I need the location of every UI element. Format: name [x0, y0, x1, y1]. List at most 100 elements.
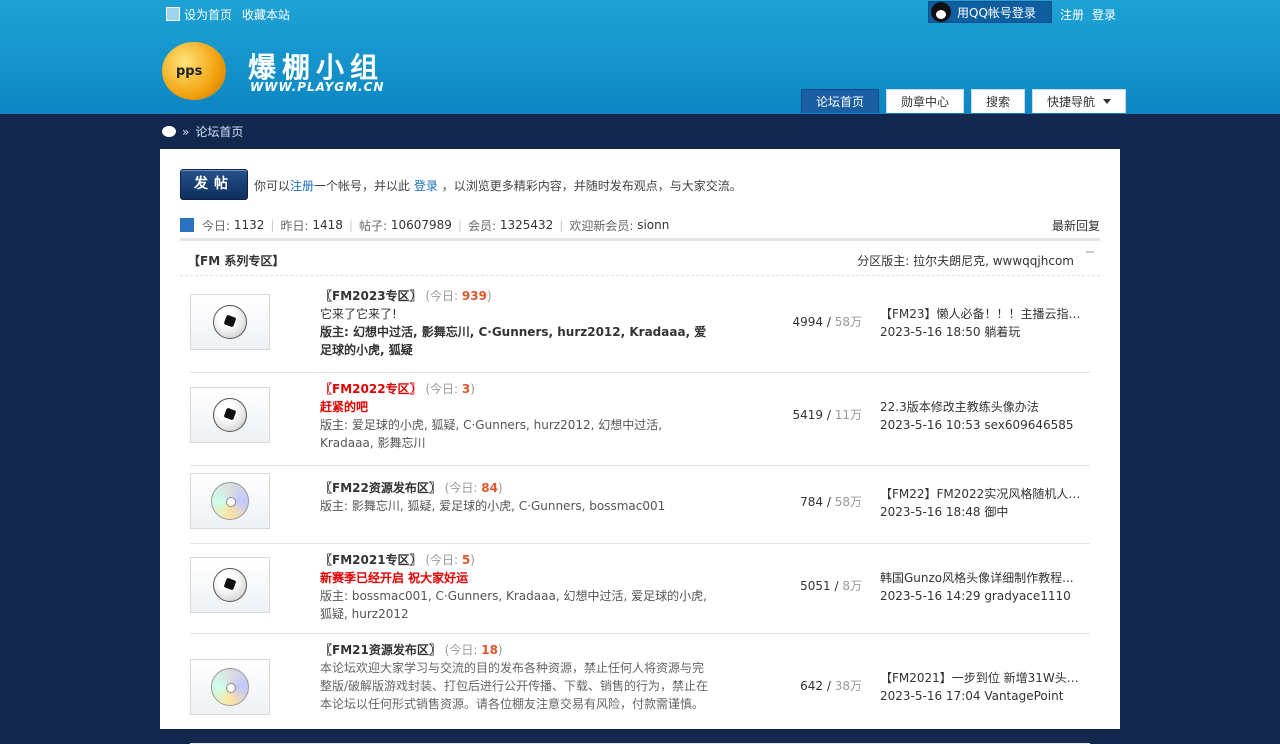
nav-tab-quicknav[interactable]: 快捷导航 [1032, 89, 1127, 113]
today-count: 939 [461, 289, 487, 303]
main-nav: 论坛首页 勋章中心 搜索 快捷导航 [801, 89, 1127, 113]
latest-reply-link[interactable]: 最新回复 [1052, 217, 1100, 234]
mods-names[interactable]: 影舞忘川, 狐疑, 爱足球的小虎, C·Gunners, bossmac001 [352, 499, 665, 513]
welcome-prefix: 你可以 [254, 179, 291, 193]
qq-login-button[interactable]: 用QQ帐号登录 [928, 1, 1052, 23]
post-count: 8万 [842, 579, 862, 593]
collapse-icon[interactable] [1086, 251, 1094, 253]
forum-title[interactable]: 〖FM2021专区〗 [320, 553, 422, 567]
breadcrumb-home[interactable]: 论坛首页 [195, 123, 243, 140]
nav-tab-label: 搜索 [986, 95, 1011, 109]
divider [180, 238, 1100, 241]
login-link[interactable]: 登录 [1092, 6, 1116, 23]
mods-label: 版主: [320, 589, 352, 603]
newest-member-link[interactable]: sionn [637, 218, 669, 232]
today-end: ) [497, 643, 503, 657]
nav-tab-label: 快捷导航 [1047, 95, 1096, 109]
last-post-title[interactable]: 【FM23】懒人必备！！！主播云指导... [880, 305, 1088, 323]
last-post-title[interactable]: 22.3版本修改主教练头像办法 [880, 398, 1088, 416]
football-icon [213, 305, 247, 339]
stat-label: 昨日: [280, 218, 309, 233]
thread-count: 4994 [792, 315, 824, 329]
forum-title[interactable]: 〖FM22资源发布区〗 [320, 481, 441, 495]
today-end: ) [486, 289, 492, 303]
forum-info: 〖FM22资源发布区〗 (今日: 84) 版主: 影舞忘川, 狐疑, 爱足球的小虎… [320, 479, 710, 515]
forum-title[interactable]: 〖FM2022专区〗 [320, 382, 422, 396]
today-label: (今日: [425, 553, 462, 567]
thread-count: 5051 [800, 579, 831, 593]
forum-counts: 642 / 38万 [800, 679, 862, 693]
forum-row: 〖FM2023专区〗 (今日: 939) 它来了它来了! 版主: 幻想中过活, 影舞… [190, 279, 1090, 373]
post-count: 58万 [834, 315, 862, 329]
forum-stats: 今日: 1132 | 昨日: 1418 | 帖子: 10607989 | 会员:… [180, 215, 1100, 235]
forum-today: (今日: 5) [425, 553, 475, 567]
forum-icon[interactable] [190, 473, 270, 529]
favorite-link[interactable]: 收藏本站 [242, 6, 290, 23]
nav-tab-home[interactable]: 论坛首页 [801, 89, 880, 113]
welcome-register-link[interactable]: 注册 [290, 179, 314, 193]
forum-title[interactable]: 〖FM21资源发布区〗 [320, 643, 441, 657]
category-header: 【FM 系列专区】 分区版主: 拉尔夫朗尼克, wwwqqjhcom [180, 245, 1100, 276]
thread-count: 642 [800, 679, 824, 693]
welcome-suffix: ，以浏览更多精彩内容，并随时发布观点，与大家交流。 [441, 179, 742, 193]
set-home-link[interactable]: 设为首页 [166, 6, 232, 23]
mods-names[interactable]: bossmac001, C·Gunners, Kradaaa, 幻想中过活, 爱… [320, 589, 707, 621]
forum-row: 〖FM2022专区〗 (今日: 3) 赶紧的吧 版主: 爱足球的小虎, 狐疑, C·… [190, 372, 1090, 466]
forum-desc: 赶紧的吧 [320, 400, 369, 414]
last-post-title[interactable]: 韩国Gunzo风格头像详细制作教程... [880, 569, 1088, 587]
post-count: 38万 [834, 679, 862, 693]
new-post-button[interactable]: 发帖 [180, 169, 248, 200]
mods-names[interactable]: 幻想中过活, 影舞忘川, C·Gunners, hurz2012, Kradaa… [320, 325, 706, 357]
mods-names[interactable]: 爱足球的小虎, 狐疑, C·Gunners, hurz2012, 幻想中过活, … [320, 418, 662, 450]
stat-label: 会员: [467, 218, 496, 233]
welcome-mid: 一个帐号，并以此 [314, 179, 411, 193]
last-post-meta[interactable]: 2023-5-16 18:48 御中 [880, 503, 1090, 521]
last-post-title[interactable]: 【FM2021】一步到位 新增31W头像... [880, 669, 1088, 687]
forum-icon[interactable] [190, 557, 270, 613]
welcome-login-link[interactable]: 登录 [414, 179, 438, 193]
nav-tab-label: 论坛首页 [816, 95, 865, 109]
nav-tab-medals[interactable]: 勋章中心 [886, 89, 965, 113]
stat-yesterday: 1418 [312, 218, 343, 232]
forum-today: (今日: 18) [445, 643, 503, 657]
last-post: 【FM22】FM2022实况风格随机人头... 2023-5-16 18:48 御… [880, 485, 1090, 521]
header: 设为首页 收藏本站 用QQ帐号登录 注册 登录 pps 爆棚小组 WWW.PLA… [0, 0, 1280, 114]
last-post: 【FM2021】一步到位 新增31W头像... 2023-5-16 17:04 V… [880, 669, 1090, 705]
today-label: (今日: [444, 643, 482, 657]
forum-icon[interactable] [190, 659, 270, 715]
last-post-meta[interactable]: 2023-5-16 17:04 VantagePoint [880, 687, 1090, 705]
welcome-text: 你可以注册一个帐号，并以此 登录 ，以浏览更多精彩内容，并随时发布观点，与大家交… [254, 177, 742, 194]
forum-icon[interactable] [190, 294, 270, 350]
stat-label: 今日: [202, 218, 231, 233]
last-post: 【FM23】懒人必备！！！主播云指导... 2023-5-16 18:50 躺着玩 [880, 305, 1090, 341]
last-post-meta[interactable]: 2023-5-16 14:29 gradyace1110 [880, 587, 1090, 605]
register-link[interactable]: 注册 [1060, 6, 1084, 23]
logo-url: WWW.PLAYGM.CN [250, 80, 385, 94]
stat-label: 帖子: [358, 218, 387, 233]
forum-today: (今日: 939) [425, 289, 491, 303]
forum-info: 〖FM2022专区〗 (今日: 3) 赶紧的吧 版主: 爱足球的小虎, 狐疑, C·… [320, 380, 710, 452]
last-post-meta[interactable]: 2023-5-16 18:50 躺着玩 [880, 323, 1090, 341]
today-label: (今日: [444, 481, 482, 495]
forum-info: 〖FM2021专区〗 (今日: 5) 新赛季已经开启 祝大家好运 版主: bossm… [320, 551, 710, 623]
last-post-meta[interactable]: 2023-5-16 10:53 sex609646585 [880, 416, 1090, 434]
category-mods-names[interactable]: 拉尔夫朗尼克, wwwqqjhcom [913, 254, 1074, 268]
forum-title[interactable]: 〖FM2023专区〗 [320, 289, 422, 303]
forum-counts: 5419 / 11万 [792, 408, 863, 422]
today-end: ) [470, 553, 475, 567]
forum-icon[interactable] [190, 387, 270, 443]
forum-info: 〖FM2023专区〗 (今日: 939) 它来了它来了! 版主: 幻想中过活, 影舞… [320, 287, 710, 359]
breadcrumb: » 论坛首页 [162, 123, 243, 140]
thread-count: 5419 [792, 408, 824, 422]
qq-penguin-icon [931, 2, 951, 22]
today-end: ) [497, 481, 503, 495]
mods-label: 版主: [320, 418, 352, 432]
nav-tab-search[interactable]: 搜索 [971, 89, 1026, 113]
stats-chart-icon [180, 218, 194, 232]
last-post-title[interactable]: 【FM22】FM2022实况风格随机人头... [880, 485, 1088, 503]
forum-row: 〖FM22资源发布区〗 (今日: 84) 版主: 影舞忘川, 狐疑, 爱足球的小虎… [190, 465, 1090, 544]
category-name[interactable]: 【FM 系列专区】 [188, 252, 284, 269]
forum-counts: 5051 / 8万 [800, 579, 862, 593]
dvd-icon [211, 482, 249, 520]
forum-today: (今日: 84) [445, 481, 503, 495]
